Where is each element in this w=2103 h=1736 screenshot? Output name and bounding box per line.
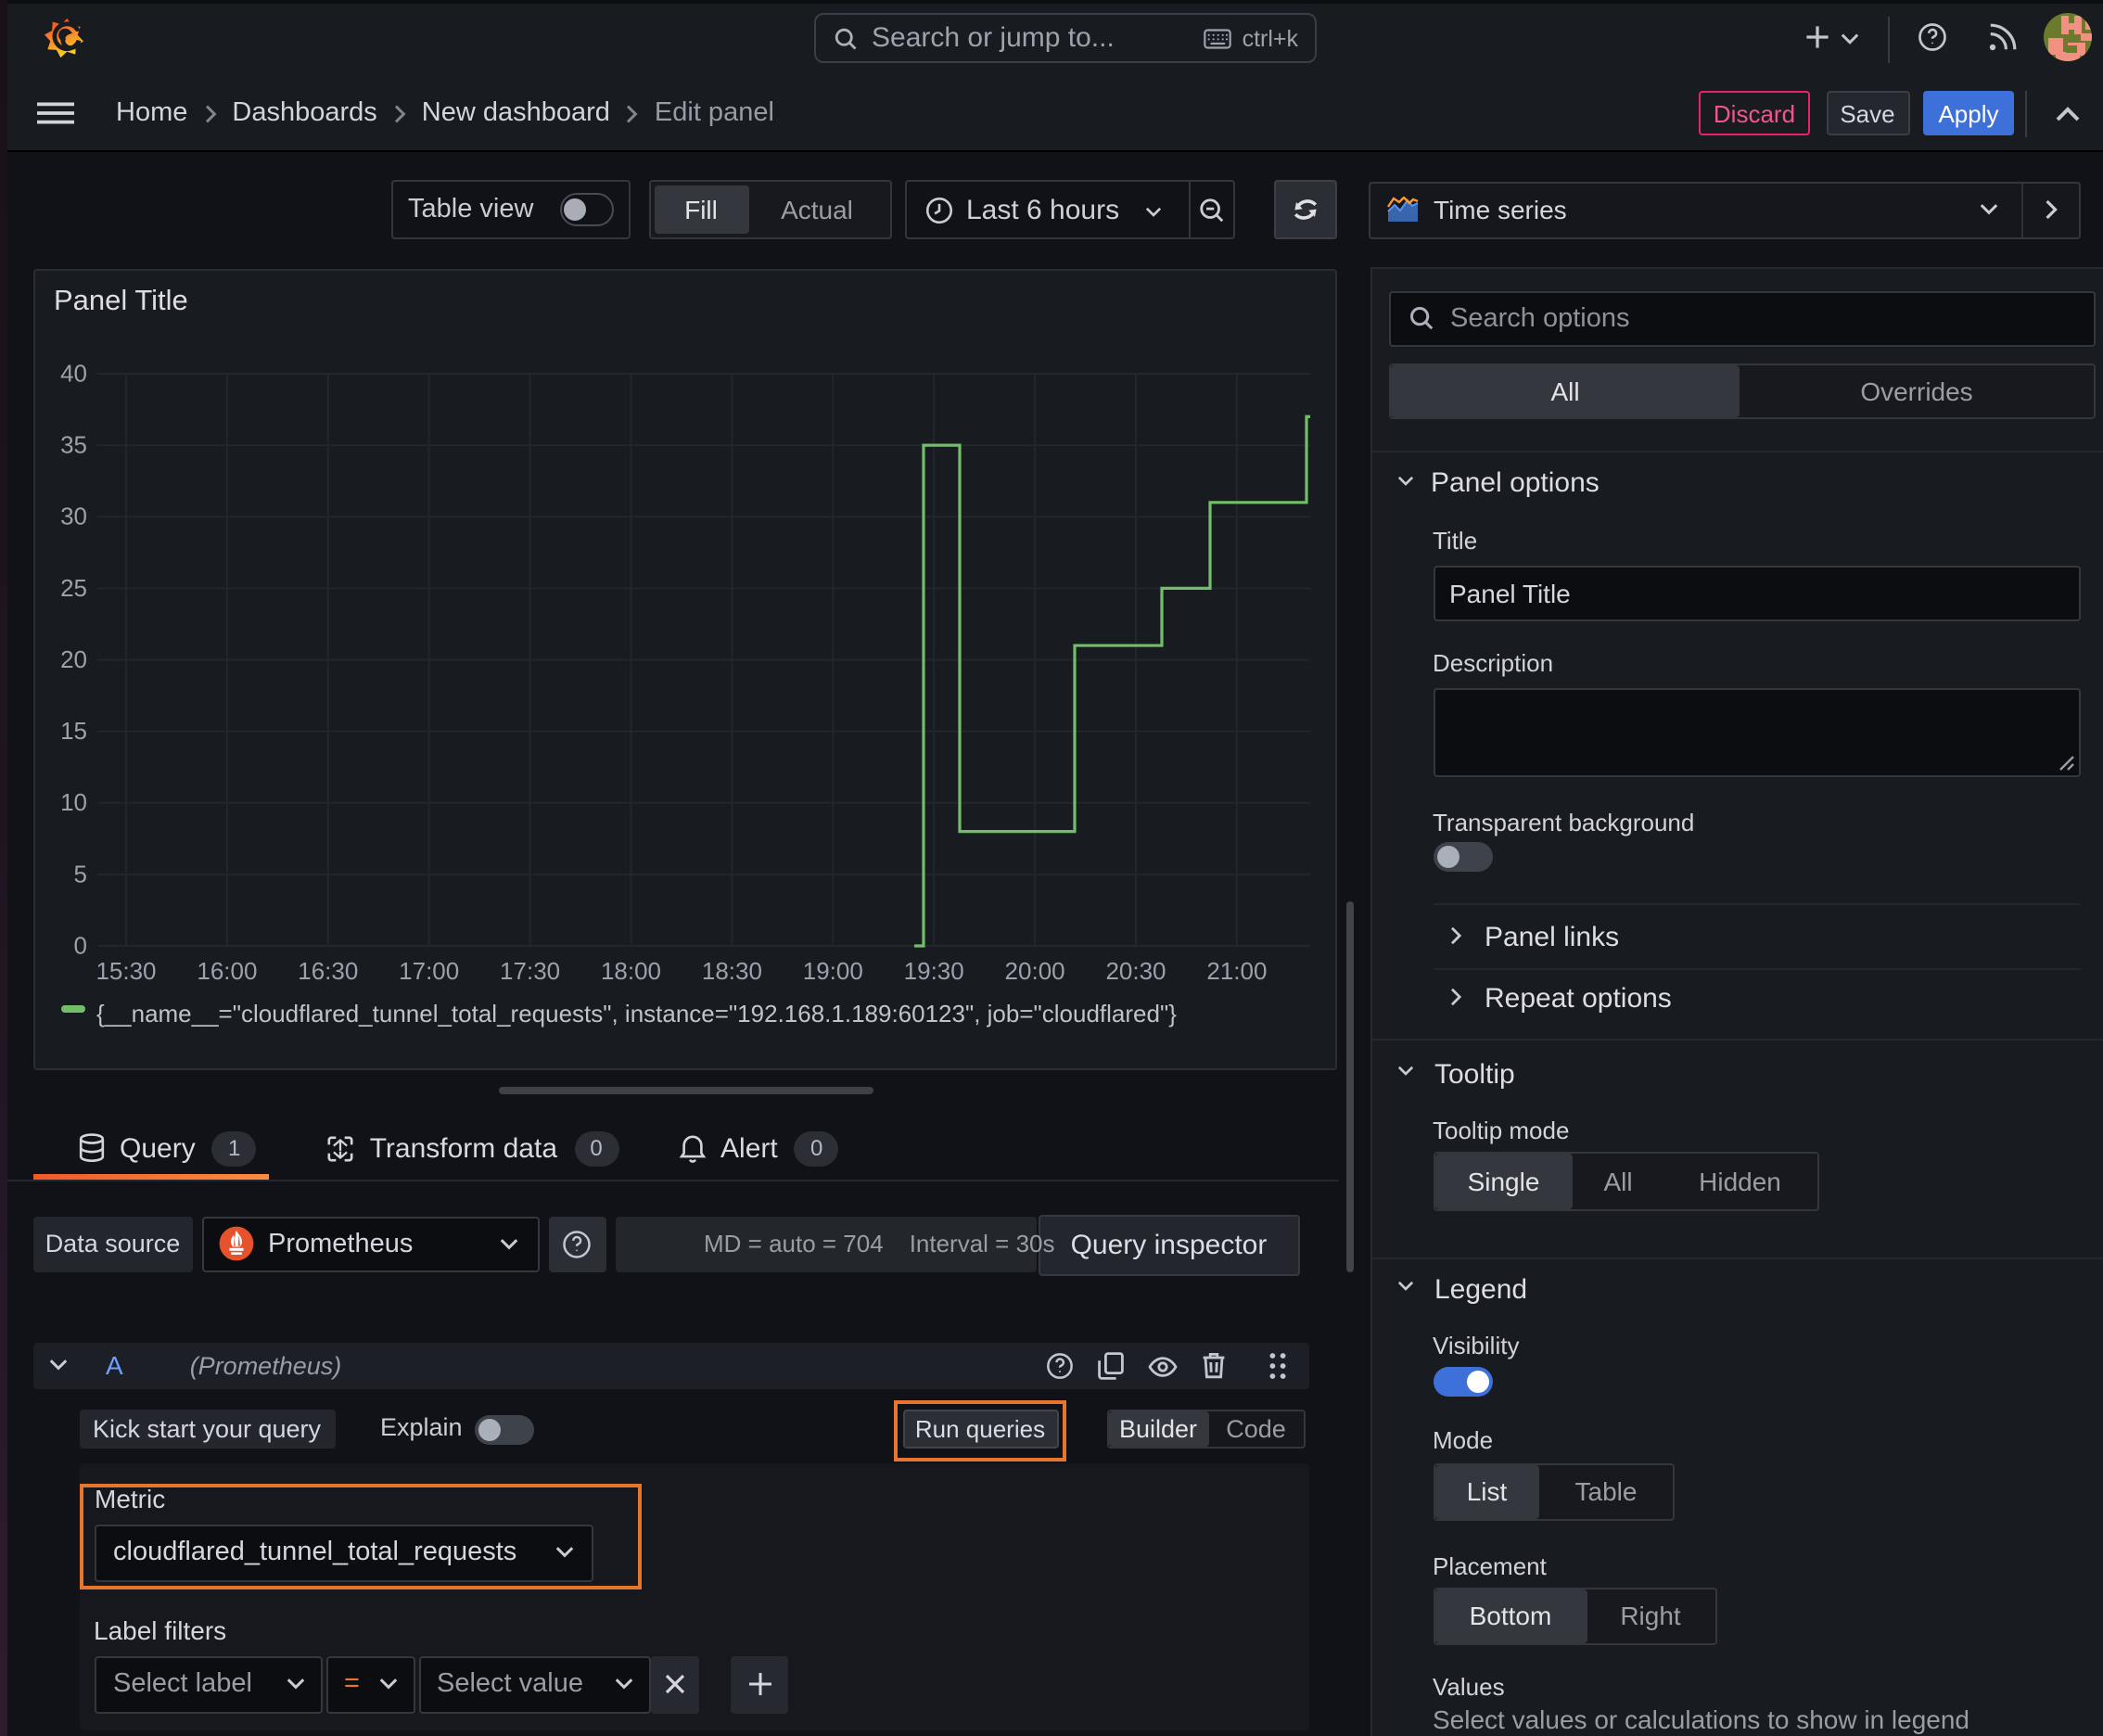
svg-text:18:30: 18:30	[702, 957, 762, 985]
svg-text:20:00: 20:00	[1005, 957, 1065, 985]
svg-text:35: 35	[60, 431, 87, 459]
svg-text:15:30: 15:30	[96, 957, 156, 985]
svg-text:20:30: 20:30	[1105, 957, 1166, 985]
svg-text:0: 0	[74, 931, 87, 959]
svg-text:18:00: 18:00	[601, 957, 661, 985]
svg-text:30: 30	[60, 503, 87, 530]
svg-text:17:00: 17:00	[399, 957, 459, 985]
svg-text:40: 40	[60, 359, 87, 387]
svg-text:19:30: 19:30	[904, 957, 964, 985]
svg-text:15: 15	[60, 717, 87, 745]
svg-text:16:30: 16:30	[298, 957, 358, 985]
svg-text:5: 5	[74, 860, 87, 887]
svg-text:16:00: 16:00	[197, 957, 257, 985]
svg-text:25: 25	[60, 574, 87, 602]
svg-text:20: 20	[60, 645, 87, 673]
svg-text:21:00: 21:00	[1206, 957, 1267, 985]
svg-text:17:30: 17:30	[500, 957, 560, 985]
svg-text:10: 10	[60, 788, 87, 816]
svg-text:19:00: 19:00	[803, 957, 863, 985]
